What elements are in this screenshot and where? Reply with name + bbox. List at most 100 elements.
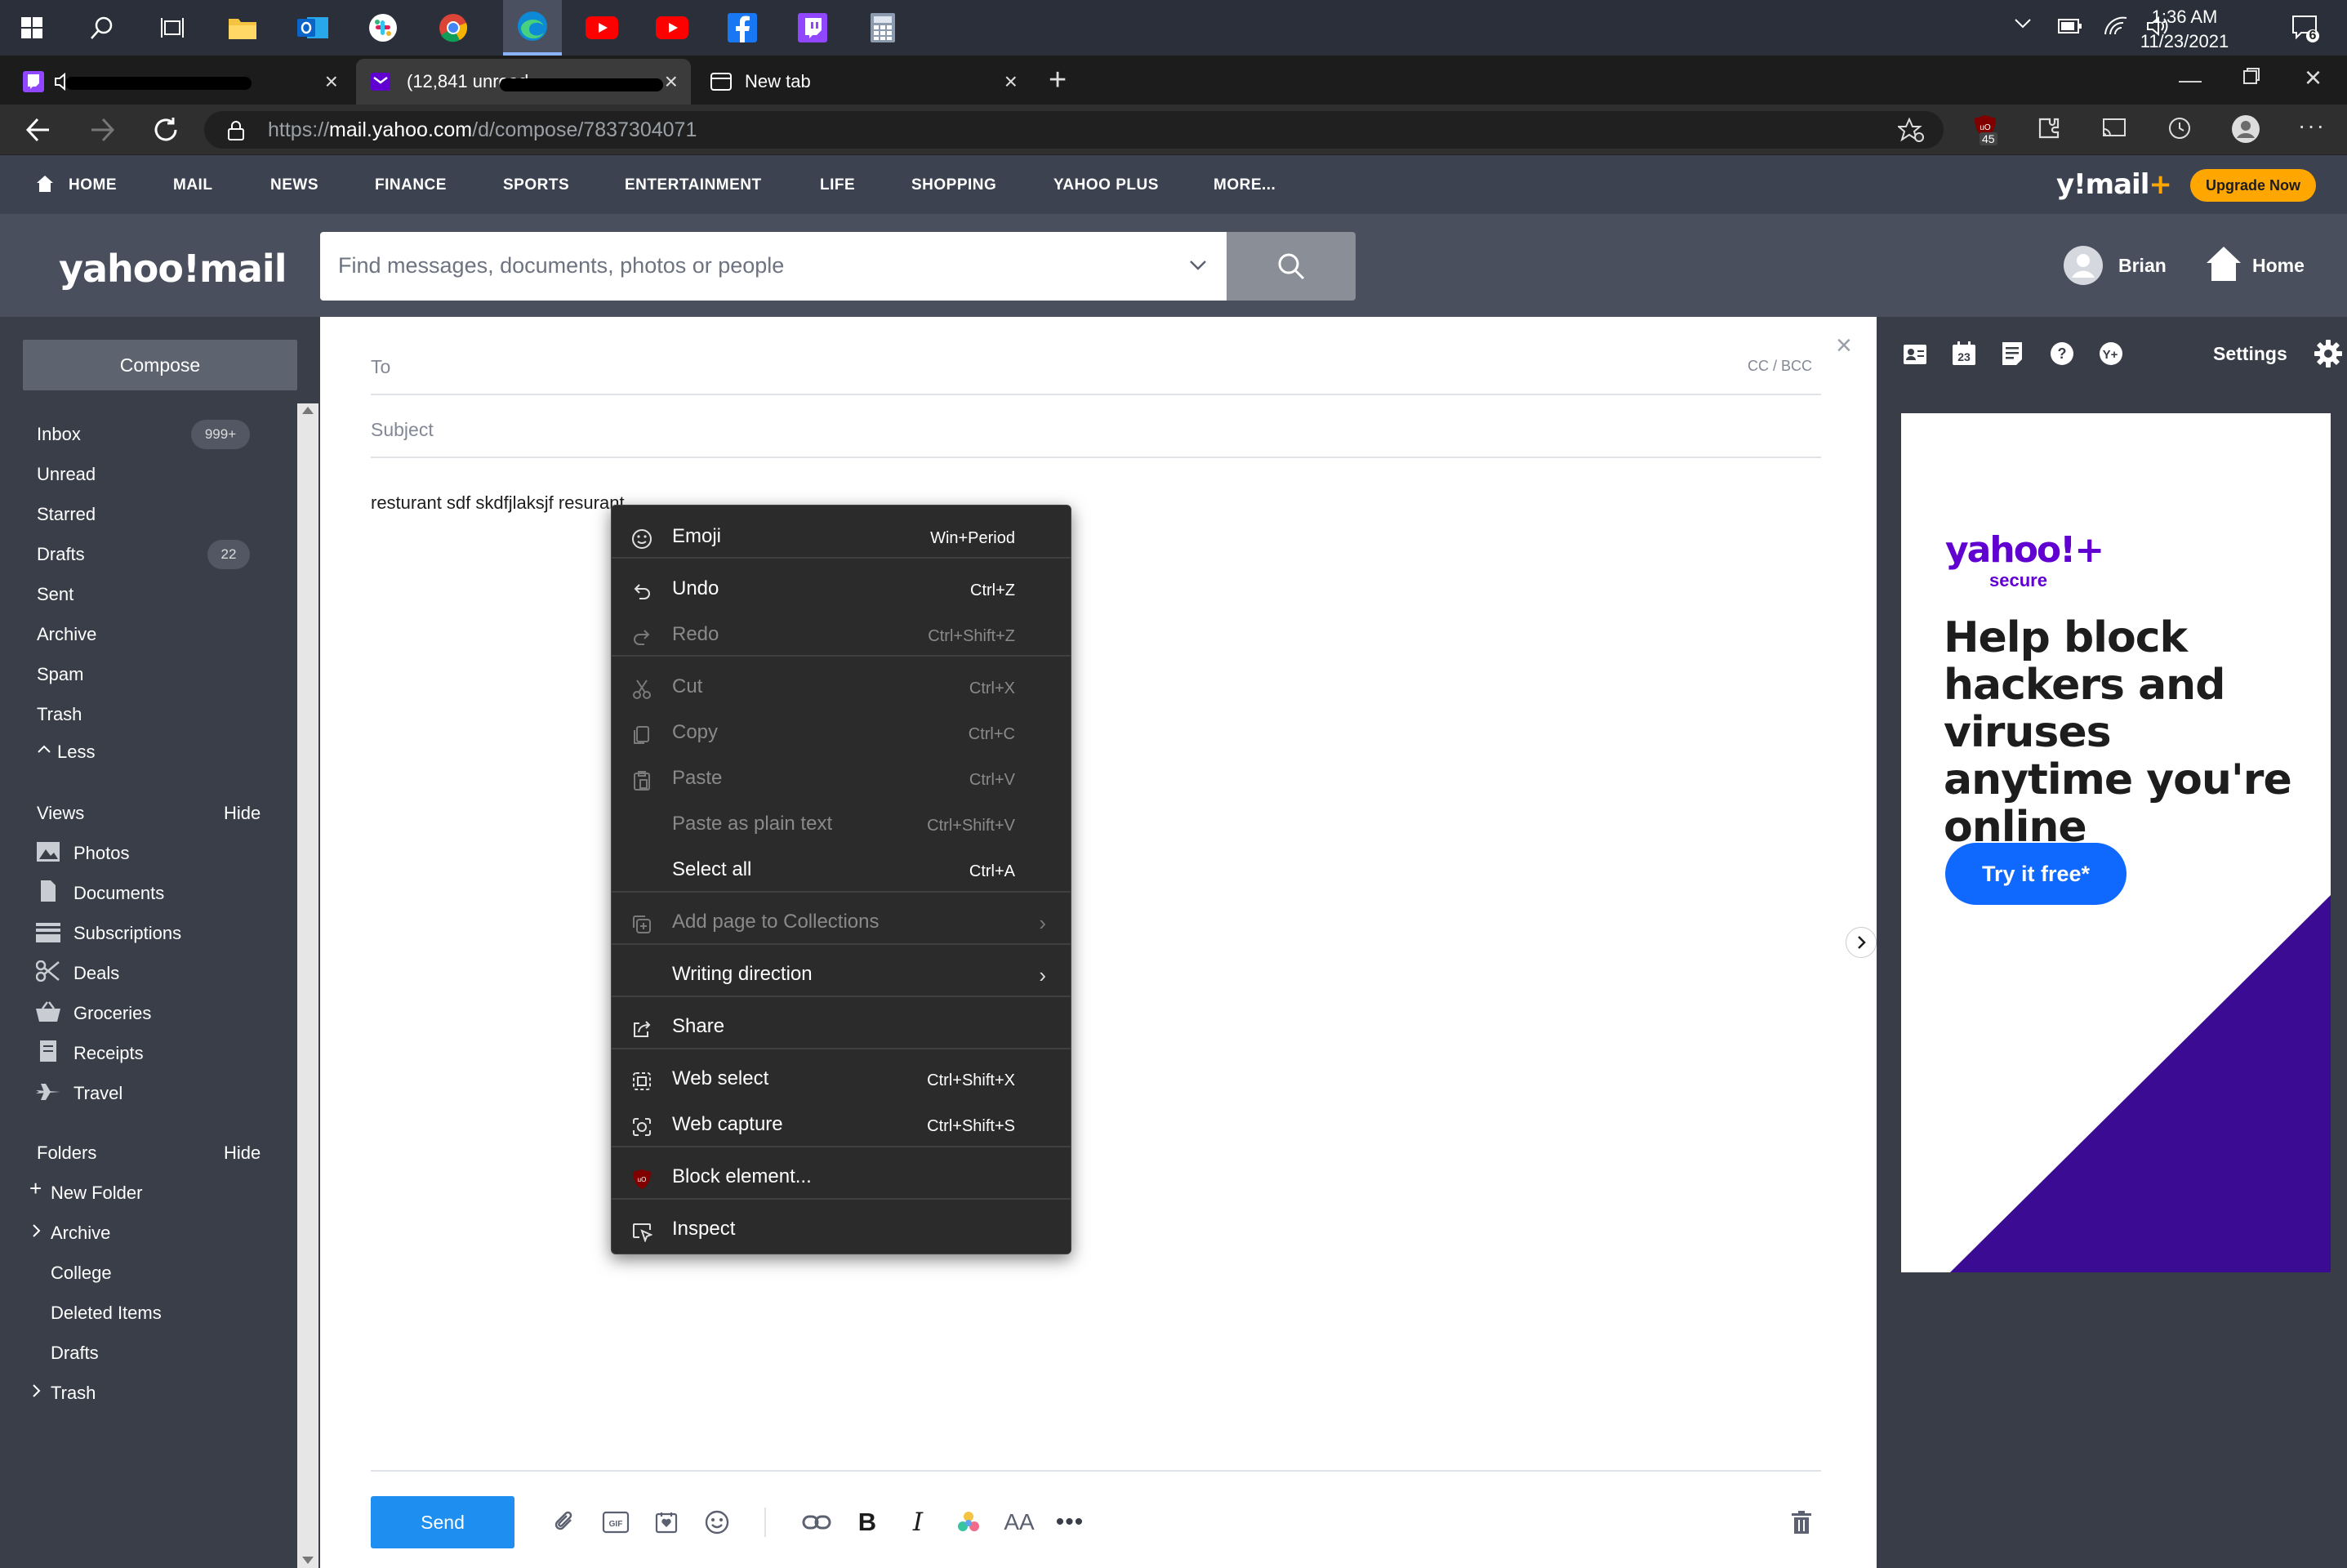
link-icon[interactable] [800, 1506, 833, 1539]
nav-sports[interactable]: SPORTS [503, 176, 569, 194]
nav-mail[interactable]: MAIL [173, 176, 212, 194]
chevron-up-icon[interactable] [2014, 18, 2032, 29]
bold-icon[interactable]: B [851, 1506, 884, 1539]
menu-item-add-to-collections[interactable]: Add page to Collections › [612, 901, 1071, 947]
sidebar-item-spam[interactable]: Spam [37, 664, 83, 685]
nav-finance[interactable]: FINANCE [375, 176, 447, 194]
sidebar-item-sent[interactable]: Sent [37, 584, 73, 605]
sidebar-item-starred[interactable]: Starred [37, 504, 96, 525]
search-icon[interactable] [82, 8, 122, 47]
outlook-icon[interactable] [292, 8, 333, 47]
lock-icon[interactable] [227, 120, 245, 141]
back-icon[interactable] [24, 116, 52, 144]
twitch-icon[interactable] [792, 8, 833, 47]
folder-deleted-items[interactable]: Deleted Items [51, 1303, 162, 1324]
sidebar-item-photos[interactable]: Photos [73, 843, 130, 864]
message-body[interactable]: resturant sdf skdfjlaksjf resurant [371, 492, 625, 514]
advertisement[interactable]: yahoo!+ secure Help block hackers and vi… [1901, 413, 2331, 1272]
nav-life[interactable]: LIFE [820, 176, 855, 194]
menu-item-emoji[interactable]: Emoji Win+Period [612, 515, 1071, 561]
nav-home[interactable]: HOME [69, 176, 117, 194]
yahoo-mail-logo[interactable]: yahoo!mail [59, 247, 287, 291]
chrome-icon[interactable] [433, 8, 474, 47]
battery-icon[interactable] [2058, 18, 2082, 34]
sidebar-item-archive[interactable]: Archive [37, 624, 96, 645]
menu-item-undo[interactable]: Undo Ctrl+Z [612, 568, 1071, 613]
minimize-icon[interactable]: — [2179, 67, 2202, 93]
sidebar-less-toggle[interactable]: Less [57, 742, 95, 763]
add-tab-icon[interactable]: + [1049, 65, 1067, 96]
search-box[interactable]: Find messages, documents, photos or peop… [320, 232, 1227, 301]
address-bar[interactable]: https://mail.yahoo.com/d/compose/7837304… [204, 111, 1944, 149]
menu-item-writing-direction[interactable]: Writing direction › [612, 953, 1071, 999]
user-avatar[interactable] [2063, 245, 2104, 286]
notepad-icon[interactable] [2001, 341, 2024, 366]
favorite-star-icon[interactable] [1898, 118, 1924, 142]
gif-icon[interactable]: GIF [599, 1506, 632, 1539]
more-menu-icon[interactable]: ··· [2298, 113, 2326, 139]
close-tab-icon[interactable]: × [325, 69, 338, 95]
sidebar-item-trash[interactable]: Trash [37, 704, 82, 725]
youtube-icon[interactable] [652, 8, 693, 47]
nav-more[interactable]: MORE... [1214, 176, 1276, 194]
upgrade-now-button[interactable]: Upgrade Now [2190, 169, 2316, 202]
menu-item-copy[interactable]: Copy Ctrl+C [612, 711, 1071, 757]
cast-icon[interactable] [2102, 118, 2127, 139]
sidebar-item-documents[interactable]: Documents [73, 883, 164, 904]
facebook-icon[interactable] [722, 8, 763, 47]
to-field-divider[interactable] [371, 394, 1821, 395]
forward-icon[interactable] [88, 116, 116, 144]
folder-trash[interactable]: Trash [51, 1383, 96, 1404]
text-color-icon[interactable] [952, 1506, 985, 1539]
tab-new-tab[interactable]: New tab × [696, 59, 1031, 105]
refresh-icon[interactable] [152, 116, 180, 144]
calendar-icon[interactable]: 23 [1952, 341, 1976, 366]
chevron-right-icon[interactable] [31, 1223, 41, 1238]
restore-icon[interactable] [2242, 67, 2260, 85]
menu-item-web-capture[interactable]: Web capture Ctrl+Shift+S [612, 1103, 1071, 1149]
menu-item-cut[interactable]: Cut Ctrl+X [612, 666, 1071, 711]
collapse-rail-button[interactable] [1846, 927, 1877, 958]
history-icon[interactable] [2167, 116, 2192, 140]
sidebar-item-drafts[interactable]: Drafts [37, 544, 85, 565]
menu-item-web-select[interactable]: Web select Ctrl+Shift+X [612, 1058, 1071, 1103]
menu-item-redo[interactable]: Redo Ctrl+Shift+Z [612, 613, 1071, 659]
windows-start-icon[interactable] [11, 8, 52, 47]
folders-hide-button[interactable]: Hide [224, 1143, 261, 1164]
chevron-right-icon[interactable] [31, 1383, 41, 1398]
search-input[interactable]: Find messages, documents, photos or peop… [338, 253, 784, 278]
italic-icon[interactable]: I [902, 1506, 934, 1539]
send-button[interactable]: Send [371, 1496, 514, 1548]
chevron-down-icon[interactable] [1189, 260, 1207, 271]
scroll-down-icon[interactable] [302, 1557, 314, 1564]
menu-item-paste[interactable]: Paste Ctrl+V [612, 757, 1071, 803]
sidebar-item-inbox[interactable]: Inbox [37, 424, 81, 445]
attach-icon[interactable] [549, 1506, 581, 1539]
sidebar-item-groceries[interactable]: Groceries [73, 1003, 151, 1024]
views-hide-button[interactable]: Hide [224, 803, 261, 824]
notification-icon[interactable]: 6 [2291, 15, 2319, 42]
yahoo-plus-icon[interactable]: Y+ [2099, 341, 2123, 366]
menu-item-inspect[interactable]: Inspect [612, 1208, 1071, 1254]
contacts-icon[interactable] [1903, 343, 1927, 366]
extensions-icon[interactable] [2037, 116, 2061, 140]
menu-item-select-all[interactable]: Select all Ctrl+A [612, 849, 1071, 894]
settings-label[interactable]: Settings [2213, 343, 2287, 365]
ublock-extension-icon[interactable]: uO 45 [1973, 114, 1997, 145]
help-icon[interactable]: ? [2050, 341, 2074, 366]
scroll-up-icon[interactable] [302, 407, 314, 414]
close-window-icon[interactable]: × [2305, 60, 2322, 95]
sidebar-item-receipts[interactable]: Receipts [73, 1043, 144, 1064]
sidebar-item-deals[interactable]: Deals [73, 963, 119, 984]
task-view-icon[interactable] [152, 8, 193, 47]
slack-icon[interactable] [363, 8, 403, 47]
gear-icon[interactable] [2314, 340, 2342, 368]
chevron-up-icon[interactable] [37, 743, 51, 755]
compose-button[interactable]: Compose [23, 340, 297, 390]
sidebar-item-travel[interactable]: Travel [73, 1083, 122, 1104]
close-tab-icon[interactable]: × [665, 69, 678, 95]
subject-field[interactable]: Subject [371, 419, 434, 441]
folder-drafts[interactable]: Drafts [51, 1343, 99, 1364]
tab-twitch[interactable]: × [8, 59, 351, 105]
sidebar-item-subscriptions[interactable]: Subscriptions [73, 923, 181, 944]
